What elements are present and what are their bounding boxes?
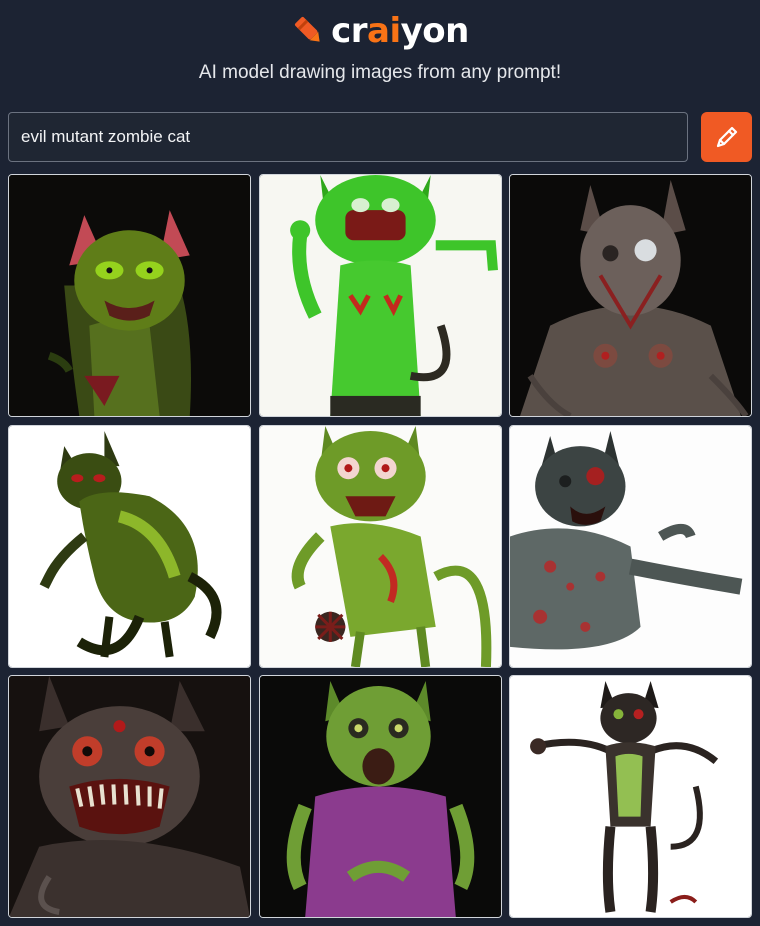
- zombie-cat-image: [9, 676, 250, 917]
- zombie-cat-image: [510, 175, 751, 416]
- search-row: [8, 112, 752, 162]
- result-image-6[interactable]: [509, 424, 752, 668]
- logo-accent: ai: [367, 11, 401, 51]
- zombie-cat-image: [259, 425, 501, 667]
- result-image-5[interactable]: [258, 424, 502, 668]
- craiyon-page: craiyon AI model drawing images from any…: [0, 0, 760, 926]
- logo-wordmark: craiyon: [331, 14, 469, 48]
- zombie-cat-image: [259, 175, 501, 416]
- result-image-8[interactable]: [258, 675, 502, 918]
- results-grid: [8, 174, 752, 918]
- logo-suffix: yon: [400, 11, 470, 51]
- result-image-1[interactable]: [8, 174, 251, 417]
- result-image-3[interactable]: [509, 174, 752, 417]
- logo-prefix: cr: [331, 11, 368, 51]
- logo[interactable]: craiyon: [0, 10, 760, 52]
- tagline: AI model drawing images from any prompt!: [198, 62, 562, 83]
- result-image-4[interactable]: [8, 424, 251, 668]
- zombie-cat-image: [259, 676, 501, 917]
- pencil-icon: [716, 126, 737, 148]
- draw-button[interactable]: [701, 112, 752, 162]
- result-image-7[interactable]: [8, 675, 251, 918]
- zombie-cat-image: [510, 676, 751, 917]
- crayon-pencil-icon: [295, 16, 320, 42]
- prompt-input[interactable]: [8, 112, 688, 162]
- zombie-cat-image: [9, 175, 250, 416]
- result-image-9[interactable]: [509, 675, 752, 918]
- logo-inner: craiyon: [291, 13, 469, 49]
- zombie-cat-image: [510, 425, 751, 667]
- result-image-2[interactable]: [258, 174, 502, 417]
- zombie-cat-image: [9, 425, 250, 667]
